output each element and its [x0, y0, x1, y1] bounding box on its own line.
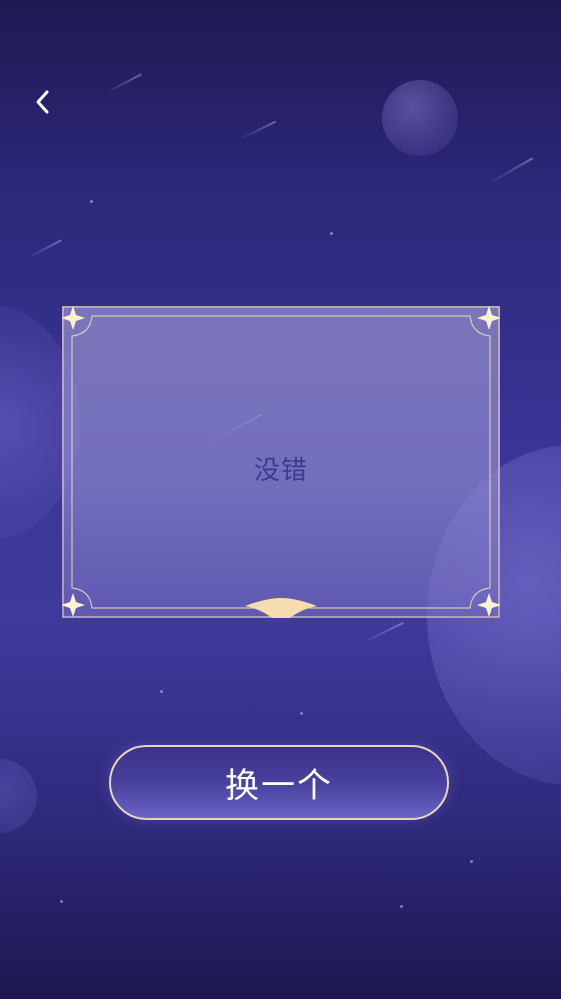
shooting-star — [487, 157, 534, 185]
sparkle-icon — [62, 306, 85, 330]
phrase-text: 没错 — [253, 456, 308, 486]
swap-button-label: 换一个 — [225, 766, 333, 806]
star-dot — [60, 900, 63, 903]
star-dot — [160, 690, 163, 693]
star-dot — [470, 860, 473, 863]
sparkle-icon — [477, 306, 500, 330]
planet-decoration — [382, 80, 458, 156]
sparkle-icon — [62, 593, 85, 617]
shooting-star — [361, 621, 404, 644]
planet-decoration — [0, 758, 37, 834]
phrase-card: 没错 — [62, 306, 500, 618]
back-button[interactable] — [25, 84, 61, 120]
shooting-star — [239, 120, 277, 140]
shooting-star — [25, 239, 62, 260]
swap-button[interactable]: 换一个 — [109, 745, 449, 820]
star-dot — [400, 905, 403, 908]
star-dot — [300, 712, 303, 715]
shooting-star — [105, 73, 142, 94]
star-dot — [330, 232, 333, 235]
star-dot — [90, 200, 93, 203]
sparkle-icon — [477, 593, 500, 617]
chevron-left-icon — [36, 90, 49, 114]
